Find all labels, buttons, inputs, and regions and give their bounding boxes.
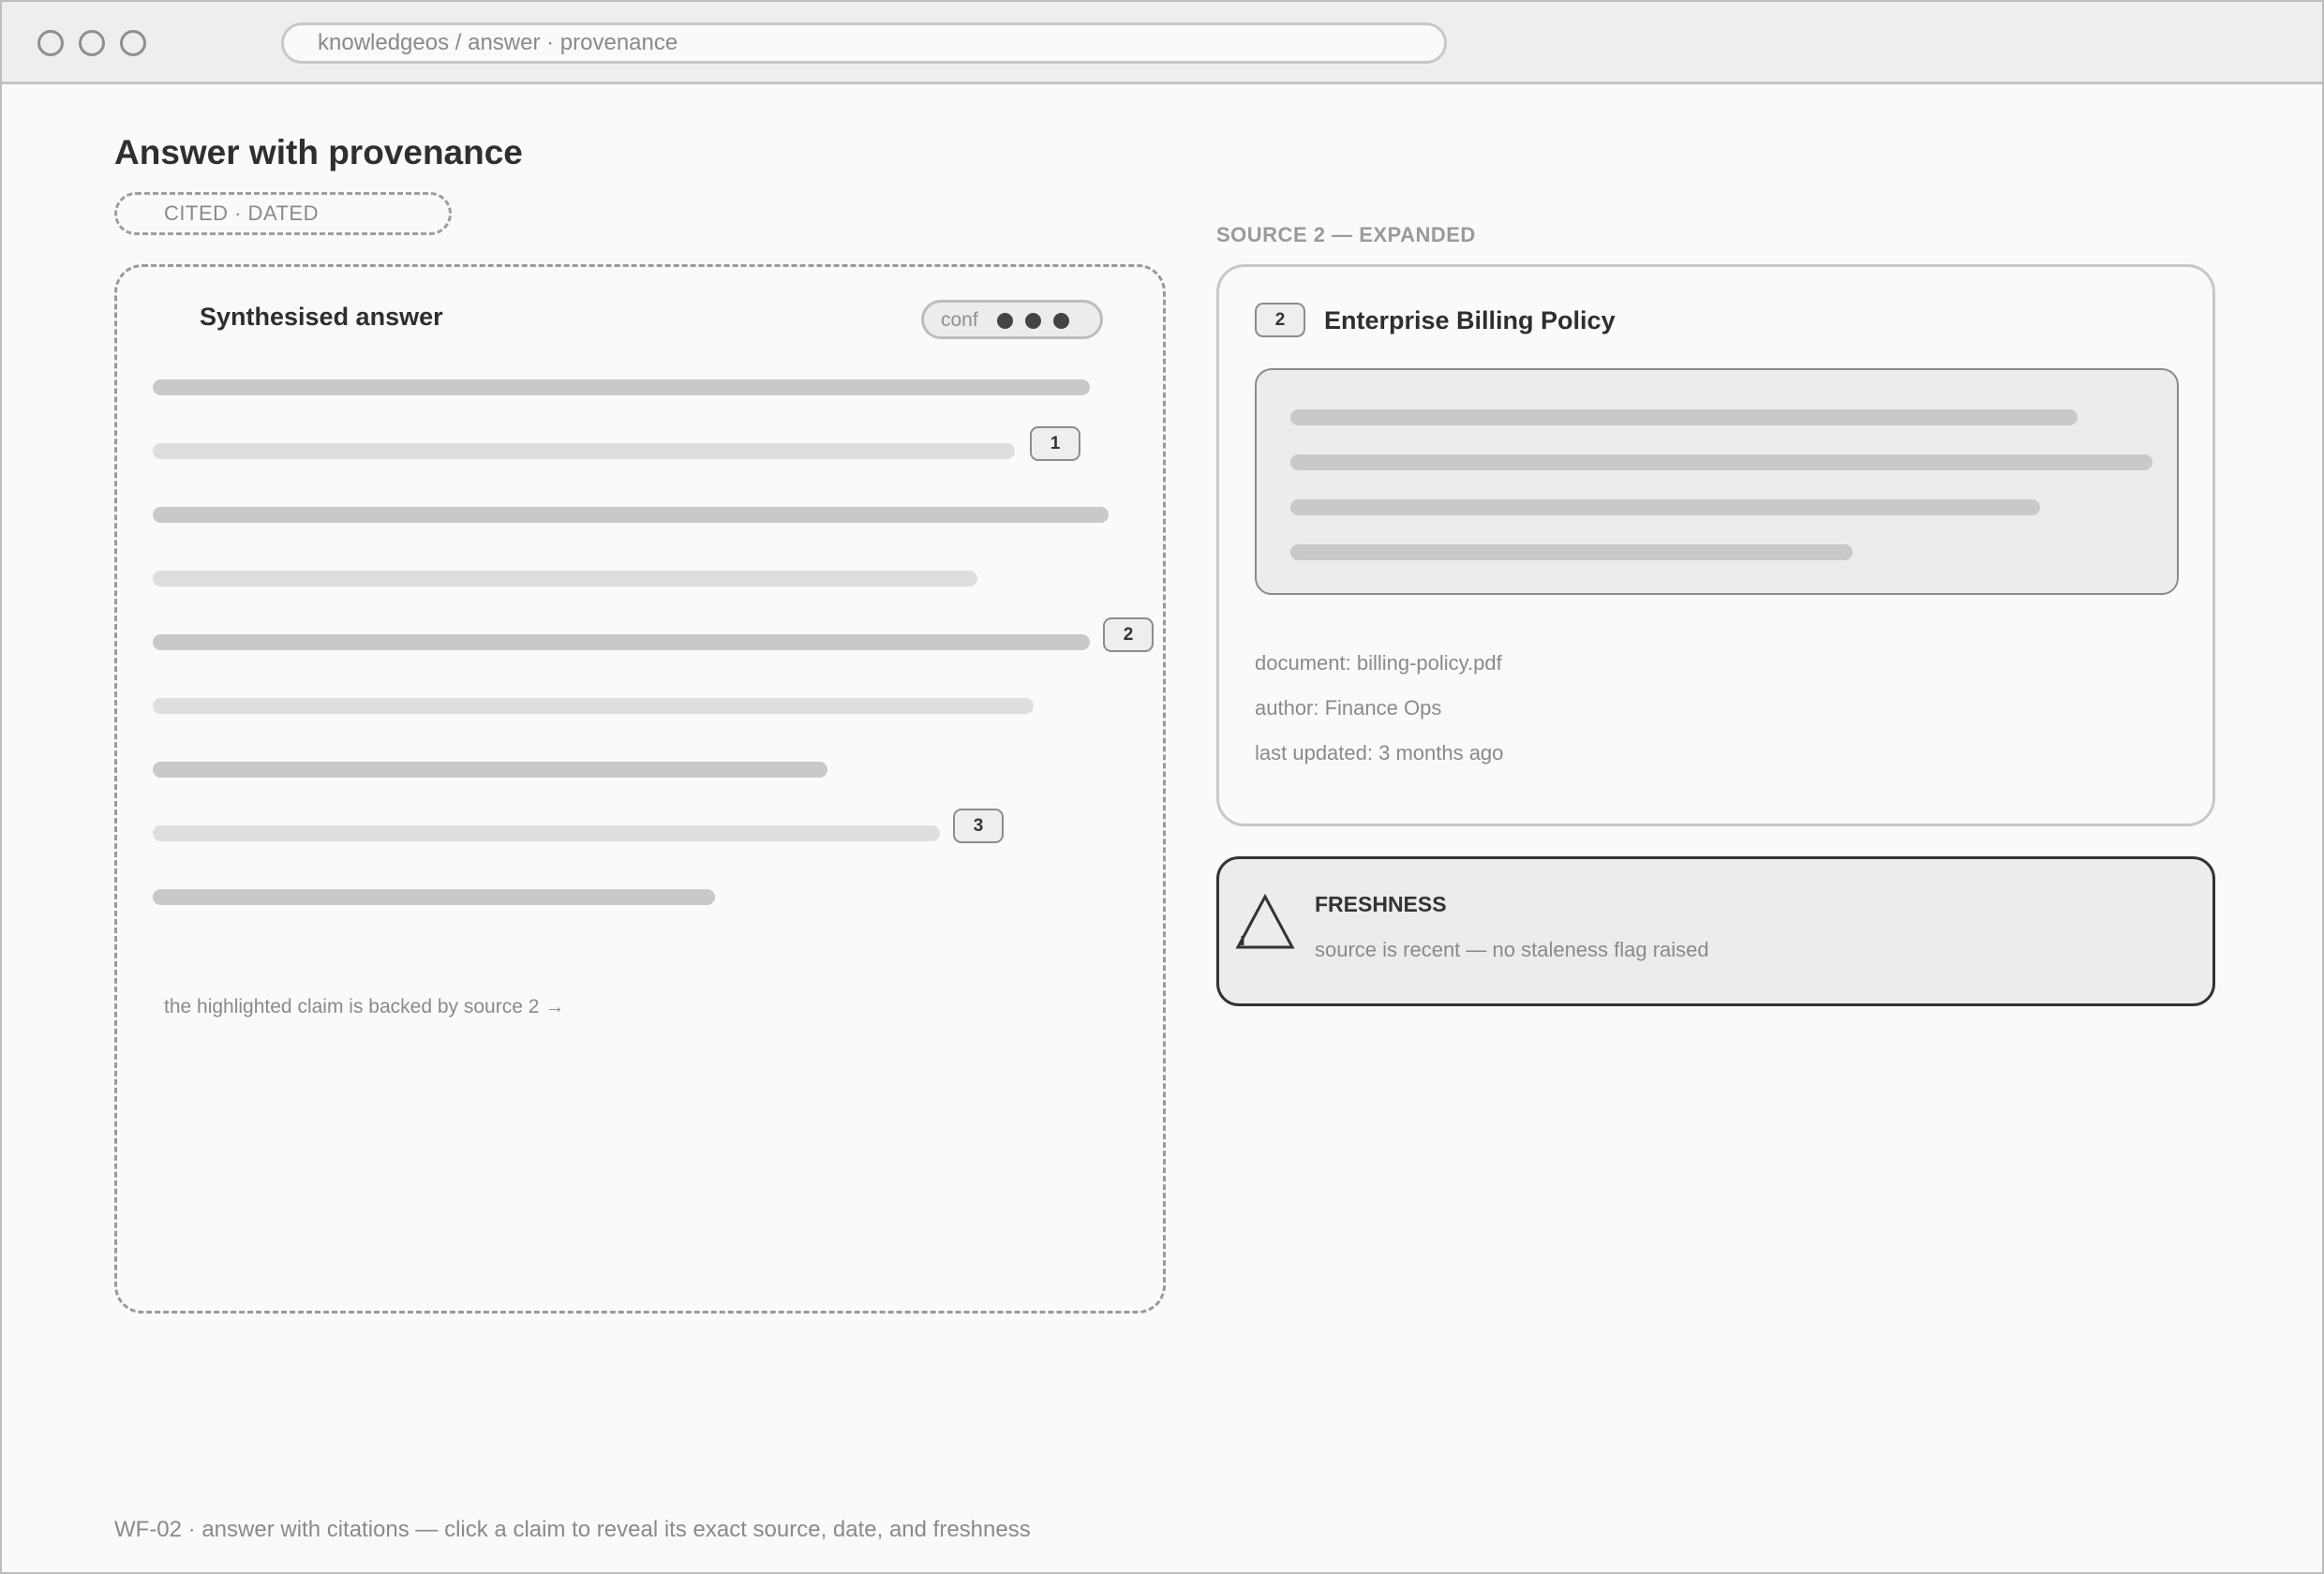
citation-marker-3[interactable]: 3: [953, 809, 1004, 843]
excerpt-line: [1290, 454, 2153, 470]
window-maximize-button[interactable]: [120, 30, 146, 56]
source-last-updated: last updated: 3 months ago: [1255, 741, 1504, 765]
source-document: document: billing-policy.pdf: [1255, 651, 1502, 675]
excerpt-line: [1290, 409, 2078, 425]
excerpt-line: [1290, 499, 2040, 515]
source-title: Enterprise Billing Policy: [1324, 306, 1616, 334]
source-heading: SOURCE 2 — EXPANDED: [1216, 223, 1476, 246]
answer-title: Synthesised answer: [200, 303, 443, 331]
answer-claim-line[interactable]: [153, 825, 940, 841]
cited-dated-tag: CITED · DATED: [114, 192, 452, 235]
answer-claim-line[interactable]: [153, 507, 1109, 523]
page-title: Answer with provenance: [114, 133, 523, 171]
freshness-status: source is recent — no staleness flag rai…: [1315, 938, 1709, 961]
freshness-card: FRESHNESS source is recent — no stalenes…: [1216, 856, 2215, 1006]
answer-card: Synthesised answer conf 1 2 3 the highli…: [114, 264, 1166, 1314]
confidence-label: conf: [941, 309, 978, 331]
window-minimize-button[interactable]: [79, 30, 105, 56]
freshness-title: FRESHNESS: [1315, 892, 1447, 916]
answer-note: the highlighted claim is backed by sourc…: [164, 996, 565, 1017]
address-bar[interactable]: knowledgeos / answer · provenance: [281, 22, 1447, 64]
answer-claim-line[interactable]: [153, 443, 1015, 459]
answer-claim-line[interactable]: [153, 571, 977, 587]
window-close-button[interactable]: [37, 30, 64, 56]
wireframe-caption: WF-02 · answer with citations — click a …: [114, 1517, 1031, 1542]
confidence-indicator: conf: [921, 300, 1103, 339]
answer-claim-line-highlighted[interactable]: [153, 634, 1090, 650]
source-author: author: Finance Ops: [1255, 696, 1442, 720]
answer-claim-line[interactable]: [153, 762, 827, 778]
warning-triangle-icon: [1235, 893, 1295, 949]
browser-toolbar: knowledgeos / answer · provenance: [2, 2, 2322, 84]
confidence-dot: [997, 313, 1013, 329]
source-card: 2 Enterprise Billing Policy document: bi…: [1216, 264, 2215, 826]
excerpt-line: [1290, 544, 1853, 560]
confidence-dot: [1053, 313, 1069, 329]
browser-window: knowledgeos / answer · provenance Answer…: [0, 0, 2324, 1574]
source-number-badge: 2: [1255, 303, 1305, 337]
answer-claim-line[interactable]: [153, 698, 1034, 714]
confidence-dot: [1025, 313, 1041, 329]
source-excerpt: [1255, 368, 2179, 595]
answer-claim-line[interactable]: [153, 889, 715, 905]
citation-marker-2[interactable]: 2: [1103, 617, 1154, 652]
citation-marker-1[interactable]: 1: [1030, 426, 1080, 461]
answer-claim-line[interactable]: [153, 379, 1090, 395]
